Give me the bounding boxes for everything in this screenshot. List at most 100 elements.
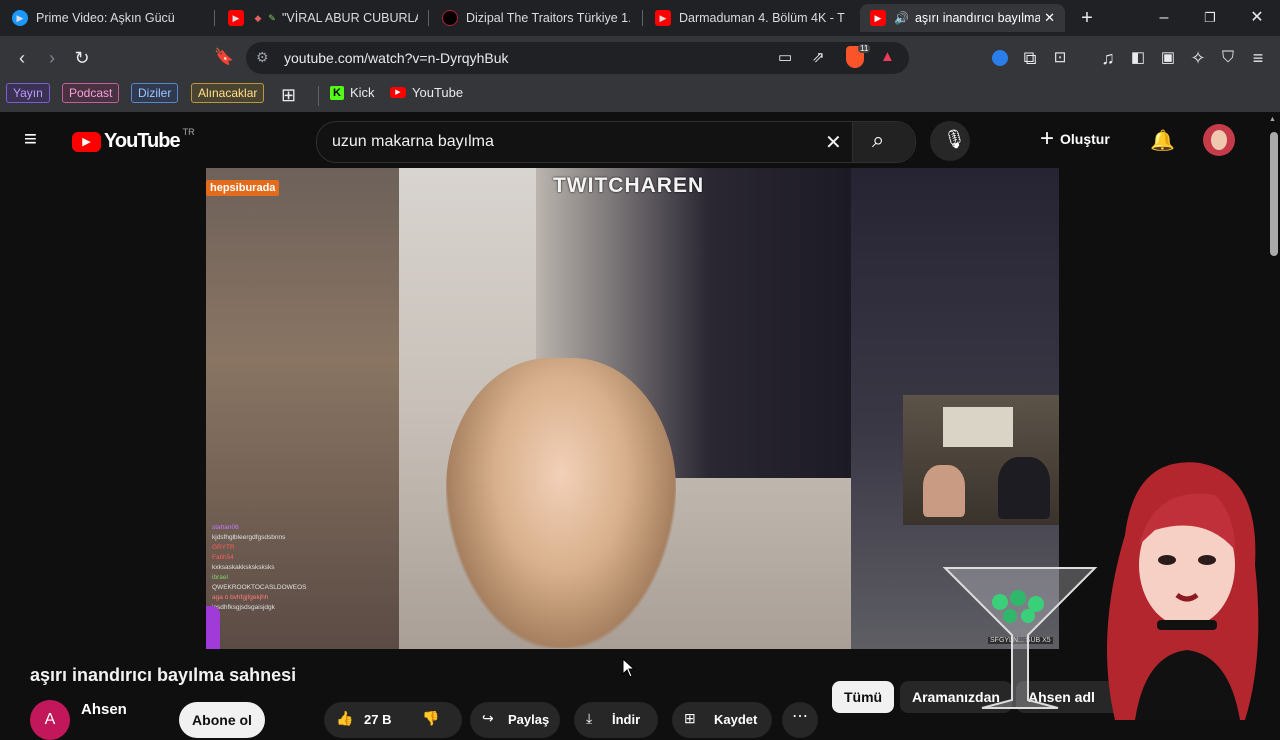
video-title: aşırı inandırıcı bayılma sahnesi: [30, 665, 297, 685]
tab-label: Dizipal The Traitors Türkiye 1.S: [466, 11, 630, 25]
create-button[interactable]: + Oluştur: [1040, 125, 1110, 152]
reload-icon[interactable]: ↻: [70, 46, 94, 70]
scroll-up-icon[interactable]: ▲: [1269, 116, 1276, 123]
apps-grid-icon[interactable]: ⊞: [281, 85, 296, 106]
download-button[interactable]: ⤓ İndir: [574, 702, 658, 738]
new-tab-button[interactable]: +: [1075, 6, 1099, 30]
share-button[interactable]: ↪ Paylaş: [470, 702, 560, 738]
search-box[interactable]: uzun makarna bayılma ✕ ⌕: [316, 121, 916, 163]
dizipal-icon: [442, 10, 458, 26]
martini-glass-overlay: [940, 560, 1100, 720]
more-actions-button[interactable]: ⋯: [782, 702, 818, 738]
search-icon: ⌕: [872, 127, 885, 152]
chat-line: stahan06: [212, 524, 239, 531]
share-icon[interactable]: ⇗: [812, 48, 825, 66]
tab-dizipal[interactable]: Dizipal The Traitors Türkiye 1.S: [442, 4, 630, 32]
brave-rewards-icon[interactable]: ▲: [880, 48, 895, 65]
save-button[interactable]: ⊞ Kaydet: [672, 702, 772, 738]
bookmark-chip-podcast[interactable]: Podcast: [62, 83, 120, 103]
streamer-character-overlay: [1095, 455, 1268, 720]
tab-label: Prime Video: Aşkın Gücü: [36, 11, 175, 25]
webcam-overlay: [903, 395, 1059, 525]
more-icon: ⋯: [792, 708, 808, 725]
youtube-icon: ▶: [870, 10, 886, 26]
tab-separator: [642, 10, 643, 26]
youtube-icon: ▶: [228, 10, 244, 26]
screenshot-icon[interactable]: ⊡: [1048, 46, 1072, 70]
browser-tab-strip: ▶ Prime Video: Aşkın Gücü ▶ ◆ ✎ "VİRAL A…: [0, 0, 1280, 36]
channel-name[interactable]: Ahsen: [81, 701, 127, 718]
tab-label: Darmaduman 4. Bölüm 4K - Tü: [679, 11, 845, 25]
tab-label: aşırı inandırıcı bayılma s: [914, 11, 1040, 25]
bookmarks-bar: Yayın Podcast Diziler Alınacaklar ⊞ K Ki…: [0, 80, 1280, 113]
youtube-logo-icon: ▶: [72, 131, 101, 152]
wallet-icon[interactable]: ▣: [1156, 46, 1180, 70]
back-icon[interactable]: ‹: [10, 46, 34, 70]
video-player[interactable]: hepsiburada stahan06 kjdsfhglbleergdfgsd…: [206, 168, 1059, 649]
clear-search-icon[interactable]: ✕: [825, 130, 842, 155]
youtube-logo[interactable]: ▶ YouTube TR: [72, 126, 195, 153]
like-dislike-group[interactable]: 👍 27 B 👎: [324, 702, 462, 738]
youtube-icon: ▶: [390, 87, 406, 98]
guide-menu-icon[interactable]: ≡: [24, 128, 46, 150]
tab-viral-abur[interactable]: ▶ ◆ ✎ "VİRAL ABUR CUBURLAR: [228, 4, 418, 32]
bookmark-label: Kick: [350, 85, 375, 100]
chat-line: QWEKROOKTOCASLDOWEOS: [212, 584, 307, 591]
bookmark-chip-yayin[interactable]: Yayın: [6, 83, 50, 103]
region-code: TR: [182, 126, 195, 137]
close-tab-icon[interactable]: ✕: [1044, 10, 1055, 26]
bookmark-kick[interactable]: K Kick: [330, 85, 375, 100]
bookmark-label: YouTube: [412, 85, 464, 100]
like-icon[interactable]: 👍: [336, 710, 353, 727]
filter-chip-all[interactable]: Tümü: [832, 681, 895, 713]
sidebar-icon[interactable]: ◧: [1126, 46, 1150, 70]
shield-count-badge: 11: [858, 44, 871, 53]
bookmark-chip-diziler[interactable]: Diziler: [131, 83, 179, 103]
kick-icon: K: [330, 85, 344, 100]
cast-icon[interactable]: ▭: [778, 48, 792, 66]
site-settings-icon[interactable]: ⚙: [256, 49, 269, 66]
bookmark-chip-alinacaklar[interactable]: Alınacaklar: [191, 83, 265, 103]
download-icon: ⤓: [586, 710, 593, 726]
tab-separator: [214, 10, 215, 26]
search-button[interactable]: ⌕: [852, 122, 915, 162]
subscribe-button[interactable]: Abone ol: [179, 702, 265, 738]
chat-line: ibrael: [212, 574, 228, 581]
twitch-watermark: TWITCHAREN: [553, 174, 705, 197]
character-illustration-icon: [1107, 462, 1259, 720]
extension-blue-icon[interactable]: [992, 50, 1008, 66]
bookmark-youtube[interactable]: ▶ YouTube: [390, 85, 463, 100]
search-input[interactable]: uzun makarna bayılma: [332, 133, 494, 151]
tab-active-video[interactable]: ▶ 🔊 aşırı inandırıcı bayılma s ✕: [860, 4, 1065, 32]
address-bar[interactable]: ⚙ youtube.com/watch?v=n-DyrqyhBuk ▭ ⇗ 11…: [246, 42, 909, 74]
youtube-header: ≡ ▶ YouTube TR uzun makarna bayılma ✕ ⌕ …: [0, 112, 1268, 168]
scrollbar-thumb[interactable]: [1270, 132, 1278, 256]
restore-icon[interactable]: ❐: [1198, 6, 1222, 30]
tab-darmaduman[interactable]: ▶ Darmaduman 4. Bölüm 4K - Tü: [655, 4, 845, 32]
close-window-icon[interactable]: ✕: [1245, 6, 1269, 30]
bookmark-separator: [318, 86, 319, 106]
tab-prime-video[interactable]: ▶ Prime Video: Aşkın Gücü: [12, 4, 212, 32]
martini-glass-icon: [942, 567, 1098, 709]
speaker-icon: 🔊: [894, 11, 909, 25]
tab-label: "VİRAL ABUR CUBURLAR: [282, 11, 418, 25]
notifications-bell-icon[interactable]: 🔔: [1150, 128, 1175, 153]
leo-ai-icon[interactable]: ✧: [1186, 46, 1210, 70]
minimize-icon[interactable]: –: [1152, 6, 1176, 30]
channel-avatar[interactable]: A: [30, 700, 70, 740]
pencil-icon: ✎: [268, 12, 276, 23]
page-scrollbar[interactable]: ▲: [1268, 112, 1280, 720]
dislike-icon[interactable]: 👎: [422, 710, 439, 727]
url-text: youtube.com/watch?v=n-DyrqyhBuk: [284, 50, 509, 66]
avatar[interactable]: [1203, 124, 1235, 156]
create-label: Oluştur: [1060, 131, 1110, 147]
forward-icon[interactable]: ›: [40, 46, 64, 70]
browser-toolbar: ‹ › ↻ 🔖 ⚙ youtube.com/watch?v=n-DyrqyhBu…: [0, 36, 1280, 80]
bookmark-icon[interactable]: 🔖: [212, 46, 236, 70]
plus-icon: +: [1040, 125, 1055, 152]
music-icon[interactable]: ♫: [1096, 46, 1120, 70]
vpn-icon[interactable]: ⛉: [1216, 46, 1240, 70]
extensions-icon[interactable]: ⧉: [1018, 46, 1042, 70]
voice-search-button[interactable]: 🎙: [930, 121, 970, 161]
menu-icon[interactable]: ≡: [1246, 46, 1270, 70]
